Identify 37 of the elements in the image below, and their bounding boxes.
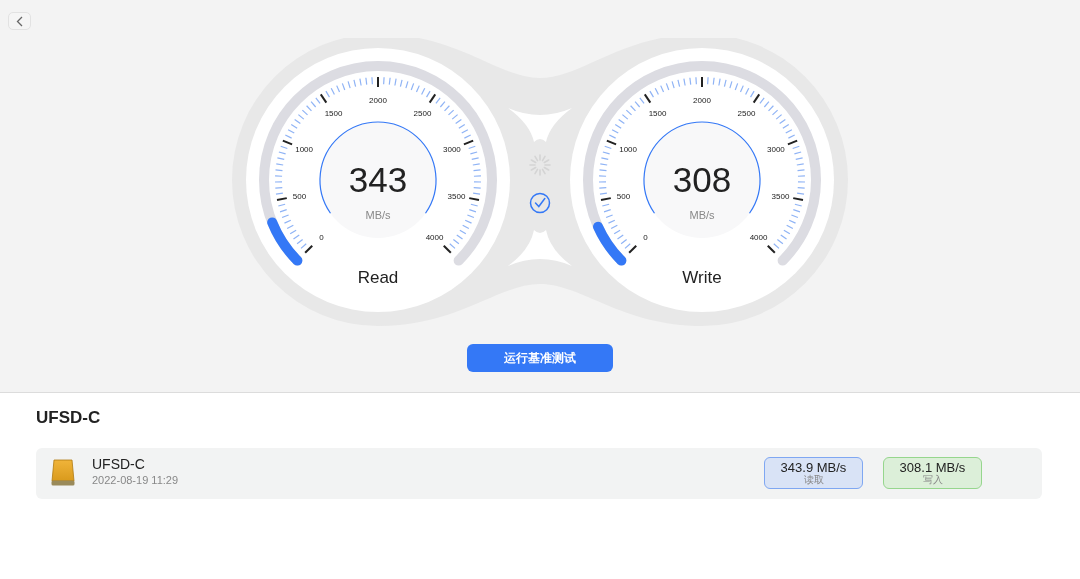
scale-label: 2500 [737,109,756,119]
scale-label: 2000 [693,96,711,105]
scale-label: 3500 [771,191,790,201]
speed-unit: MB/s [689,209,715,221]
scale-label: 3000 [443,145,461,155]
speed-unit: MB/s [365,209,391,221]
device-name: UFSD-C [92,457,146,473]
run-benchmark-button[interactable]: 运行基准测试 [467,344,613,372]
speed-value: 308 [672,160,732,199]
scale-label: 4000 [749,232,768,242]
scale-label: 1000 [295,145,313,155]
scale-label: 2000 [369,96,387,105]
scale-label: 1000 [619,145,637,155]
scale-label: 500 [292,191,307,201]
device-title: UFSD-C [36,407,102,429]
scale-label: 4000 [425,232,444,242]
scale-label: 0 [319,232,324,242]
gauge-fill [267,217,303,266]
scale-label: 2500 [413,109,432,119]
result-row[interactable]: UFSD-C 2022-08-19 11:29 343.9 MB/s 读取 308.1 MB/s 写入 [36,447,1042,499]
check-icon [529,192,551,214]
scale-label: 3500 [447,191,466,201]
gauge-fill [593,221,627,266]
write-speed-badge: 308.1 MB/s 写入 [883,457,982,489]
drive-icon [50,459,76,487]
test-date: 2022-08-19 11:29 [92,473,180,489]
scale-label: 500 [616,191,631,201]
scale-label: 0 [643,232,648,242]
scale-label: 1500 [324,109,343,119]
scale-label: 3000 [767,145,785,155]
gauge-label: Write [682,268,722,287]
read-speed-badge: 343.9 MB/s 读取 [764,457,863,489]
gauge-label: Read [357,268,399,287]
back-icon [16,15,23,27]
speed-value: 343 [348,160,408,199]
scale-label: 1500 [648,109,667,119]
back-button[interactable] [8,12,31,30]
